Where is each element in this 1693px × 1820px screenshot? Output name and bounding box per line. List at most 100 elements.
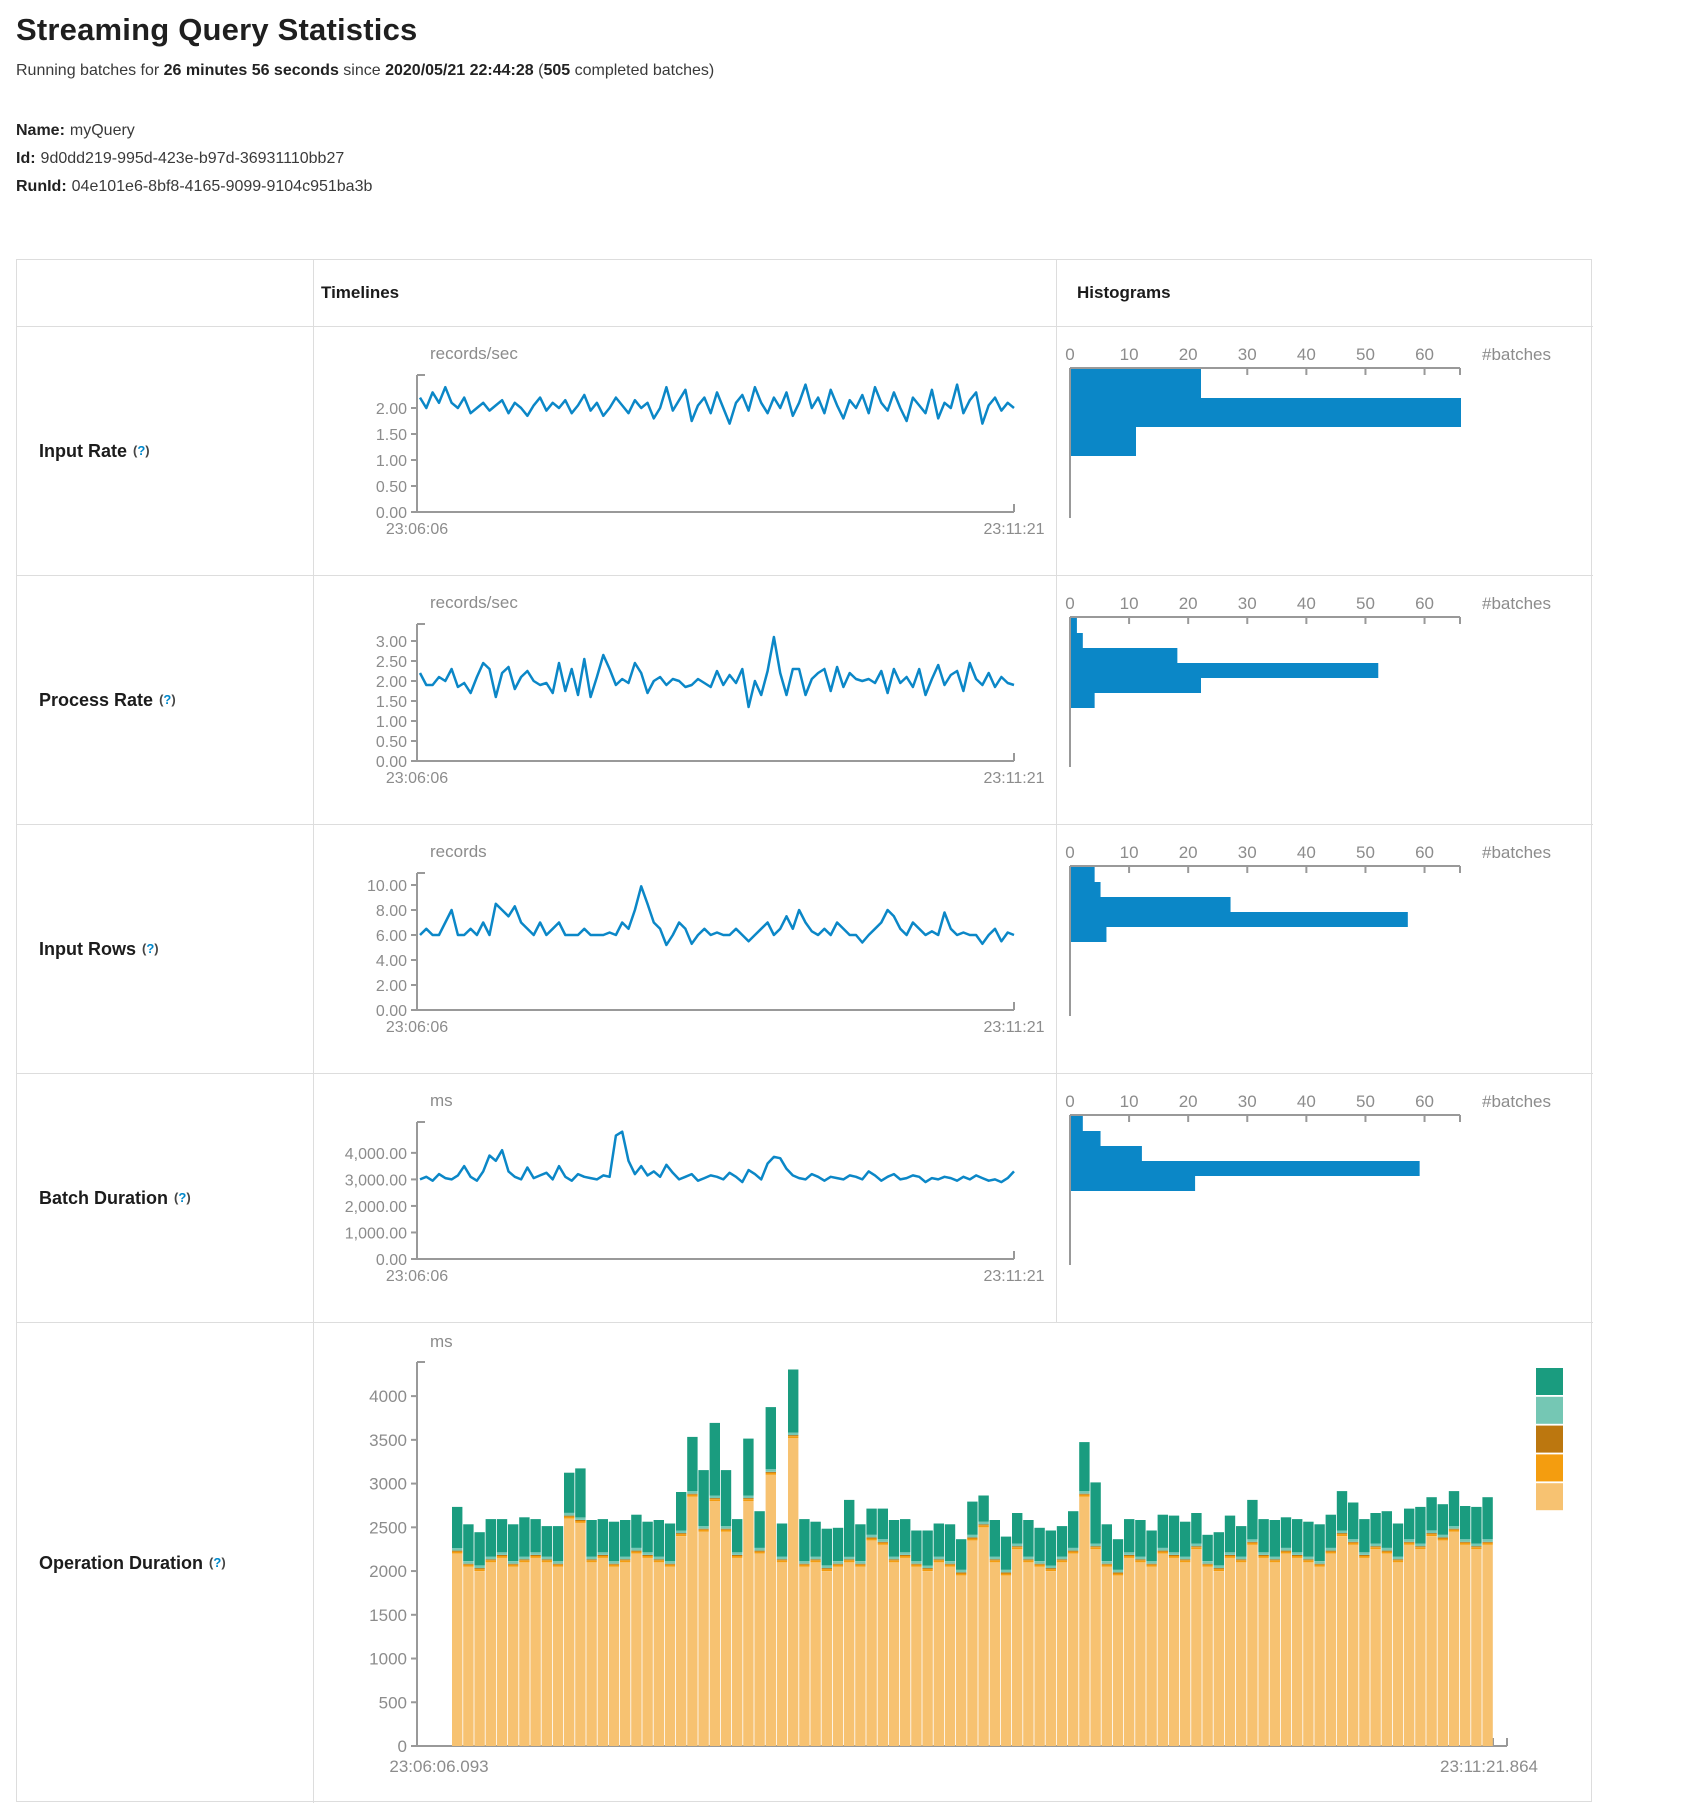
svg-text:2.00: 2.00 [376, 674, 407, 691]
svg-text:0.00: 0.00 [376, 1252, 407, 1269]
batch-duration-histogram-chart: 0102030405060#batches [1057, 1074, 1593, 1322]
operation-duration-help-icon[interactable]: (?) [209, 1555, 226, 1570]
row-label-operation-duration: Operation Duration (?) [17, 1322, 313, 1803]
runid-value: 04e101e6-8bf8-4165-9099-9104c951ba3b [72, 178, 373, 195]
svg-text:40: 40 [1297, 345, 1316, 364]
operation-duration-label: Operation Duration [39, 1553, 203, 1574]
svg-text:10: 10 [1120, 1092, 1139, 1111]
svg-text:3,000.00: 3,000.00 [345, 1172, 407, 1189]
svg-text:23:06:06: 23:06:06 [386, 1019, 448, 1036]
svg-text:23:11:21: 23:11:21 [983, 1268, 1044, 1285]
id-value: 9d0dd219-995d-423e-b97d-36931110bb27 [41, 150, 345, 167]
input-rate-histogram-chart: 0102030405060#batches [1057, 327, 1593, 575]
query-meta: Name:myQuery Id: 9d0dd219-995d-423e-b97d-… [16, 117, 372, 201]
svg-text:23:06:06: 23:06:06 [386, 1268, 448, 1285]
svg-text:4,000.00: 4,000.00 [345, 1146, 407, 1163]
summary-since: since [339, 62, 385, 79]
input-rate-timeline-cell: records/sec2.001.501.000.500.0023:06:062… [313, 326, 1056, 575]
svg-text:2000: 2000 [369, 1562, 407, 1581]
batch-duration-label: Batch Duration [39, 1188, 168, 1209]
timelines-header-label: Timelines [321, 283, 399, 303]
name-label: Name: [16, 122, 65, 139]
svg-text:ms: ms [430, 1091, 453, 1110]
summary-timestamp: 2020/05/21 22:44:28 [385, 62, 534, 79]
id-label: Id: [16, 150, 36, 167]
svg-text:0.50: 0.50 [376, 479, 407, 496]
batch-duration-timeline-cell: ms4,000.003,000.002,000.001,000.000.0023… [313, 1073, 1056, 1322]
svg-text:1000: 1000 [369, 1650, 407, 1669]
process-rate-help-icon[interactable]: (?) [159, 692, 176, 707]
svg-text:30: 30 [1238, 594, 1257, 613]
svg-text:20: 20 [1179, 1092, 1198, 1111]
summary-suffix: completed batches) [570, 62, 714, 79]
svg-text:6.00: 6.00 [376, 928, 407, 945]
svg-text:3500: 3500 [369, 1431, 407, 1450]
svg-text:20: 20 [1179, 594, 1198, 613]
svg-text:0.50: 0.50 [376, 734, 407, 751]
svg-text:50: 50 [1356, 594, 1375, 613]
svg-text:60: 60 [1415, 594, 1434, 613]
header-blank-cell [17, 260, 313, 326]
legend-swatch-2[interactable] [1536, 1397, 1563, 1424]
svg-text:4.00: 4.00 [376, 953, 407, 970]
input-rows-help-icon[interactable]: (?) [142, 941, 159, 956]
input-rate-timeline-chart: records/sec2.001.501.000.500.0023:06:062… [314, 327, 1056, 575]
svg-text:60: 60 [1415, 345, 1434, 364]
svg-text:23:06:06.093: 23:06:06.093 [389, 1757, 488, 1776]
input-rows-histogram-cell: 0102030405060#batches [1056, 824, 1593, 1073]
legend-swatch-4[interactable] [1536, 1454, 1563, 1481]
svg-text:#batches: #batches [1482, 843, 1551, 862]
svg-text:1.00: 1.00 [376, 714, 407, 731]
svg-text:10: 10 [1120, 843, 1139, 862]
query-id-line: Id: 9d0dd219-995d-423e-b97d-36931110bb27 [16, 145, 372, 173]
svg-text:0: 0 [1065, 345, 1074, 364]
process-rate-timeline-cell: records/sec3.002.502.001.501.000.500.002… [313, 575, 1056, 824]
operation-duration-chart-cell: ms0500100015002000250030003500400023:06:… [313, 1322, 1593, 1803]
query-name-line: Name:myQuery [16, 117, 372, 145]
row-label-input-rate: Input Rate(?) [17, 326, 313, 575]
summary-prefix: Running batches for [16, 62, 164, 79]
svg-text:0.00: 0.00 [376, 1003, 407, 1020]
row-label-batch-duration: Batch Duration (?) [17, 1073, 313, 1322]
svg-text:#batches: #batches [1482, 345, 1551, 364]
timelines-header: Timelines [313, 260, 1056, 326]
input-rate-histogram-cell: 0102030405060#batches [1056, 326, 1593, 575]
svg-text:#batches: #batches [1482, 594, 1551, 613]
svg-text:40: 40 [1297, 1092, 1316, 1111]
svg-text:2.00: 2.00 [376, 978, 407, 995]
svg-text:10.00: 10.00 [367, 878, 407, 895]
legend-swatch-1[interactable] [1536, 1368, 1563, 1395]
running-batches-summary: Running batches for 26 minutes 56 second… [16, 62, 714, 80]
svg-text:500: 500 [379, 1693, 407, 1712]
svg-text:records/sec: records/sec [430, 593, 518, 612]
svg-text:30: 30 [1238, 1092, 1257, 1111]
svg-text:23:11:21: 23:11:21 [983, 770, 1044, 787]
svg-text:10: 10 [1120, 345, 1139, 364]
svg-text:1.00: 1.00 [376, 453, 407, 470]
legend-swatch-3[interactable] [1536, 1426, 1563, 1453]
input-rows-timeline-chart: records10.008.006.004.002.000.0023:06:06… [314, 825, 1056, 1073]
page-title: Streaming Query Statistics [16, 12, 417, 48]
svg-text:1.50: 1.50 [376, 694, 407, 711]
svg-text:0.00: 0.00 [376, 505, 407, 522]
process-rate-label: Process Rate [39, 690, 153, 711]
batch-duration-help-icon[interactable]: (?) [174, 1190, 191, 1205]
svg-text:4000: 4000 [369, 1387, 407, 1406]
svg-text:records: records [430, 842, 487, 861]
svg-text:1,000.00: 1,000.00 [345, 1225, 407, 1242]
svg-text:23:11:21: 23:11:21 [983, 521, 1044, 538]
input-rate-help-icon[interactable]: (?) [133, 443, 150, 458]
svg-text:3000: 3000 [369, 1475, 407, 1494]
histograms-header-label: Histograms [1077, 283, 1171, 303]
svg-text:60: 60 [1415, 1092, 1434, 1111]
row-label-process-rate: Process Rate (?) [17, 575, 313, 824]
svg-text:50: 50 [1356, 345, 1375, 364]
input-rows-histogram-chart: 0102030405060#batches [1057, 825, 1593, 1073]
summary-duration: 26 minutes 56 seconds [164, 62, 339, 79]
legend-swatch-5[interactable] [1536, 1483, 1563, 1510]
operation-duration-stacked-chart: ms0500100015002000250030003500400023:06:… [314, 1323, 1593, 1803]
svg-text:records/sec: records/sec [430, 344, 518, 363]
svg-text:0: 0 [1065, 843, 1074, 862]
query-statistics-table: Timelines Histograms Input Rate(?) recor… [16, 259, 1592, 1802]
process-rate-histogram-chart: 0102030405060#batches [1057, 576, 1593, 824]
